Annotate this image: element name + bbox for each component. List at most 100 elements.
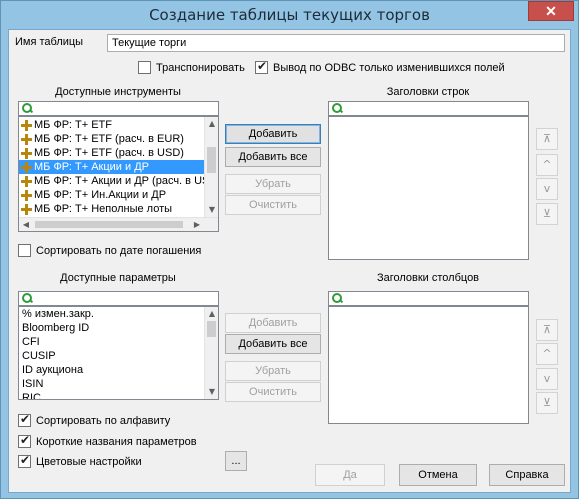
list-item[interactable]: % измен.закр. bbox=[19, 307, 204, 321]
list-item[interactable]: CUSIP bbox=[19, 349, 204, 363]
transpose-label: Транспонировать bbox=[156, 61, 245, 74]
list-item-label: МБ ФР: Т+ ETF bbox=[34, 119, 112, 131]
clear-parameters-button[interactable]: Очистить bbox=[225, 382, 321, 402]
row-headers-header: Заголовки строк bbox=[386, 86, 470, 98]
instruments-hscroll[interactable]: ◀ ▶ bbox=[19, 217, 218, 231]
scroll-right-icon[interactable]: ▶ bbox=[190, 218, 204, 231]
add-all-parameters-button[interactable]: Добавить все bbox=[225, 334, 321, 354]
move-down-column-icon[interactable]: v bbox=[536, 368, 558, 390]
list-item[interactable]: ISIN bbox=[19, 377, 204, 391]
odbc-box[interactable] bbox=[255, 59, 268, 74]
column-headers-header: Заголовки столбцов bbox=[376, 272, 480, 284]
instruments-vscroll[interactable]: ▲ ▼ bbox=[204, 117, 218, 217]
search-icon bbox=[332, 103, 342, 113]
row-headers-search-input[interactable] bbox=[328, 101, 529, 116]
parameters-vscroll-thumb[interactable] bbox=[207, 321, 216, 337]
search-icon bbox=[22, 103, 32, 113]
list-item[interactable]: МБ ФР: Т+ Акции и ДР bbox=[19, 160, 204, 174]
plus-icon bbox=[21, 203, 32, 215]
transpose-checkbox[interactable]: Транспонировать bbox=[138, 61, 245, 74]
parameters-vscroll[interactable]: ▲ ▼ bbox=[204, 307, 218, 399]
parameters-header: Доступные параметры bbox=[60, 272, 176, 284]
column-headers-list[interactable] bbox=[328, 306, 529, 424]
list-item[interactable]: МБ ФР: Т+ Акции и ДР (расч. в USD) bbox=[19, 174, 218, 188]
plus-icon bbox=[21, 147, 32, 159]
color-settings-label: Цветовые настройки bbox=[36, 455, 142, 468]
color-settings-ellipsis-button[interactable]: ... bbox=[225, 451, 247, 471]
sort-by-maturity-label: Сортировать по дате погашения bbox=[36, 244, 202, 257]
sort-by-maturity-box[interactable] bbox=[18, 244, 31, 257]
close-button[interactable]: ✕ bbox=[528, 1, 574, 21]
sort-by-maturity-checkbox[interactable]: Сортировать по дате погашения bbox=[18, 244, 201, 257]
color-settings-box[interactable] bbox=[18, 453, 31, 468]
search-icon bbox=[22, 293, 32, 303]
list-item-label: МБ ФР: Т+ ETF (расч. в USD) bbox=[34, 147, 184, 159]
list-item[interactable]: Bloomberg ID bbox=[19, 321, 204, 335]
move-up-column-icon[interactable]: ^ bbox=[536, 343, 558, 365]
add-all-instruments-button[interactable]: Добавить все bbox=[225, 147, 321, 167]
sort-alpha-checkbox[interactable]: Сортировать по алфавиту bbox=[18, 412, 171, 427]
list-item[interactable]: ID аукциона bbox=[19, 363, 204, 377]
list-item[interactable]: МБ ФР: Т+ Ин.Акции и ДР bbox=[19, 188, 204, 202]
title-bar[interactable]: Создание таблицы текущих торгов ✕ bbox=[1, 1, 578, 29]
scroll-up-icon[interactable]: ▲ bbox=[205, 117, 218, 131]
add-parameter-button[interactable]: Добавить bbox=[225, 313, 321, 333]
instruments-search-input[interactable] bbox=[18, 101, 219, 116]
move-top-row-icon[interactable]: ⊼ bbox=[536, 128, 558, 150]
scroll-down-icon[interactable]: ▼ bbox=[205, 203, 218, 217]
move-down-row-icon[interactable]: v bbox=[536, 178, 558, 200]
sort-alpha-box[interactable] bbox=[18, 412, 31, 427]
list-item[interactable]: МБ ФР: Т+ ETF (расч. в USD) bbox=[19, 146, 204, 160]
list-item-label: МБ ФР: Т+ Акции и ДР bbox=[34, 161, 149, 173]
list-item-label: МБ ФР: Т+ Акции и ДР (расч. в USD) bbox=[34, 175, 219, 187]
plus-icon bbox=[21, 119, 32, 131]
dialog-body: Имя таблицы Текущие торги Транспонироват… bbox=[8, 29, 571, 493]
short-names-box[interactable] bbox=[18, 433, 31, 448]
column-headers-search-input[interactable] bbox=[328, 291, 529, 306]
add-instrument-button[interactable]: Добавить bbox=[225, 124, 321, 144]
clear-instruments-button[interactable]: Очистить bbox=[225, 195, 321, 215]
dialog-window: Создание таблицы текущих торгов ✕ Имя та… bbox=[0, 0, 579, 499]
sort-alpha-label: Сортировать по алфавиту bbox=[36, 414, 171, 427]
move-top-column-icon[interactable]: ⊼ bbox=[536, 319, 558, 341]
cancel-button[interactable]: Отмена bbox=[399, 464, 477, 486]
table-name-input[interactable]: Текущие торги bbox=[107, 34, 565, 52]
list-item[interactable]: МБ ФР: Т+ ETF (расч. в EUR) bbox=[19, 132, 204, 146]
odbc-label: Вывод по ODBC только изменившихся полей bbox=[273, 61, 505, 74]
plus-icon bbox=[21, 133, 32, 145]
odbc-checkbox[interactable]: Вывод по ODBC только изменившихся полей bbox=[255, 59, 505, 74]
ok-button[interactable]: Да bbox=[315, 464, 385, 486]
move-bottom-row-icon[interactable]: ⊻ bbox=[536, 203, 558, 225]
search-icon bbox=[332, 293, 342, 303]
instruments-header: Доступные инструменты bbox=[55, 86, 181, 98]
short-names-checkbox[interactable]: Короткие названия параметров bbox=[18, 433, 197, 448]
parameters-list[interactable]: % измен.закр. Bloomberg ID CFI CUSIP ID аукц… bbox=[18, 306, 219, 400]
plus-icon bbox=[21, 175, 32, 187]
window-title: Создание таблицы текущих торгов bbox=[149, 6, 430, 24]
short-names-label: Короткие названия параметров bbox=[36, 435, 197, 448]
instruments-list[interactable]: МБ ФР: Т+ ETF МБ ФР: Т+ ETF (расч. в EUR)… bbox=[18, 116, 219, 232]
plus-icon bbox=[21, 189, 32, 201]
scroll-down-icon[interactable]: ▼ bbox=[205, 385, 218, 399]
plus-icon bbox=[21, 161, 32, 173]
list-item[interactable]: RIC bbox=[19, 391, 204, 399]
list-item[interactable]: CFI bbox=[19, 335, 204, 349]
remove-instrument-button[interactable]: Убрать bbox=[225, 174, 321, 194]
instruments-vscroll-thumb[interactable] bbox=[207, 147, 216, 173]
instruments-hscroll-thumb[interactable] bbox=[35, 221, 183, 228]
move-up-row-icon[interactable]: ^ bbox=[536, 154, 558, 176]
list-item-label: МБ ФР: Т+ ETF (расч. в EUR) bbox=[34, 133, 184, 145]
help-button[interactable]: Справка bbox=[489, 464, 565, 486]
parameters-search-input[interactable] bbox=[18, 291, 219, 306]
list-item[interactable]: МБ ФР: Т+ Неполные лоты bbox=[19, 202, 204, 216]
row-headers-list[interactable] bbox=[328, 116, 529, 260]
move-bottom-column-icon[interactable]: ⊻ bbox=[536, 392, 558, 414]
transpose-box[interactable] bbox=[138, 61, 151, 74]
table-name-label: Имя таблицы bbox=[15, 36, 84, 48]
color-settings-checkbox[interactable]: Цветовые настройки bbox=[18, 453, 142, 468]
scroll-left-icon[interactable]: ◀ bbox=[19, 218, 33, 231]
remove-parameter-button[interactable]: Убрать bbox=[225, 361, 321, 381]
scroll-up-icon[interactable]: ▲ bbox=[205, 307, 218, 321]
list-item-label: МБ ФР: Т+ Ин.Акции и ДР bbox=[34, 189, 167, 201]
list-item[interactable]: МБ ФР: Т+ ETF bbox=[19, 118, 204, 132]
